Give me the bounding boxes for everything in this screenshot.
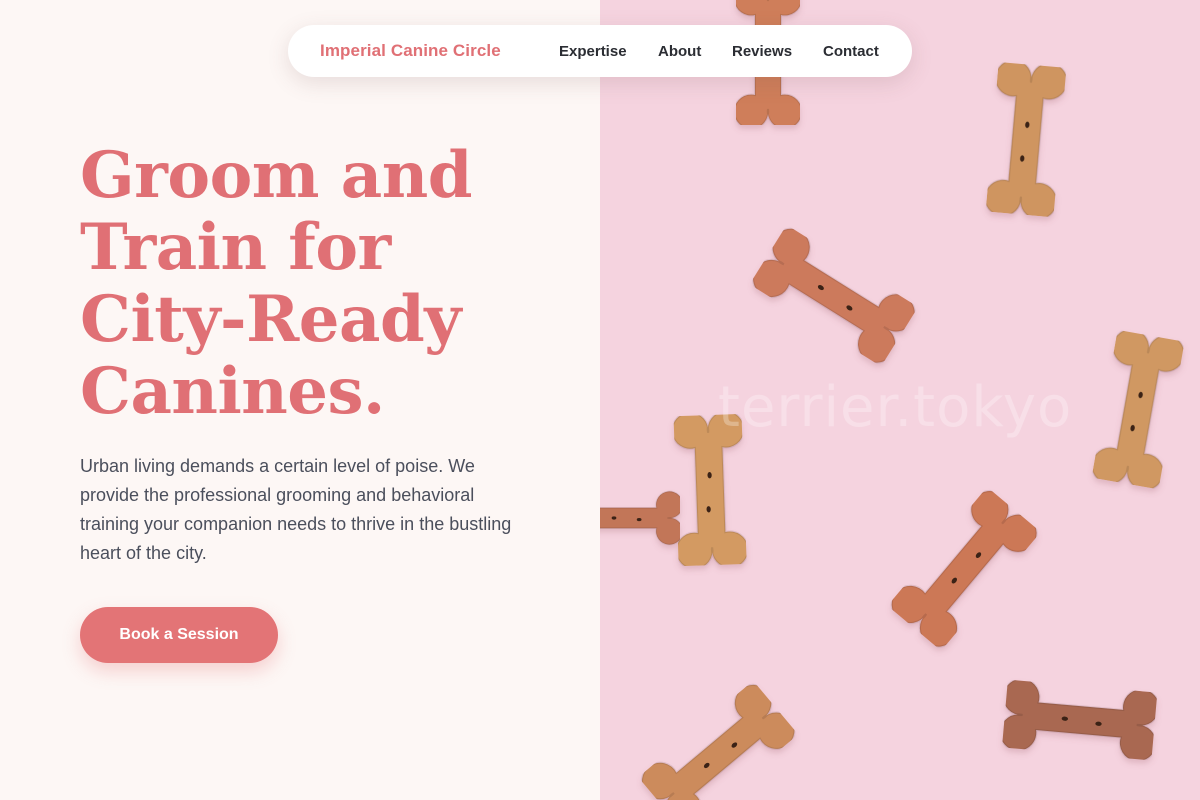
hero-left-panel: Groom and Train for City-Ready Canines. … — [0, 0, 600, 800]
top-navbar: Imperial Canine Circle Expertise About R… — [288, 25, 912, 77]
nav-link-contact[interactable]: Contact — [823, 43, 879, 60]
watermark-text: terrier.tokyo — [718, 375, 1073, 440]
hero-title: Groom and Train for City-Ready Canines. — [80, 138, 473, 429]
hero-image-panel: terrier.tokyo — [600, 0, 1200, 800]
nav-link-about[interactable]: About — [658, 43, 701, 60]
book-session-button[interactable]: Book a Session — [80, 607, 278, 663]
nav-link-expertise[interactable]: Expertise — [559, 43, 627, 60]
nav-link-reviews[interactable]: Reviews — [732, 43, 792, 60]
brand-logo[interactable]: Imperial Canine Circle — [320, 41, 501, 61]
hero-description: Urban living demands a certain level of … — [80, 456, 512, 563]
